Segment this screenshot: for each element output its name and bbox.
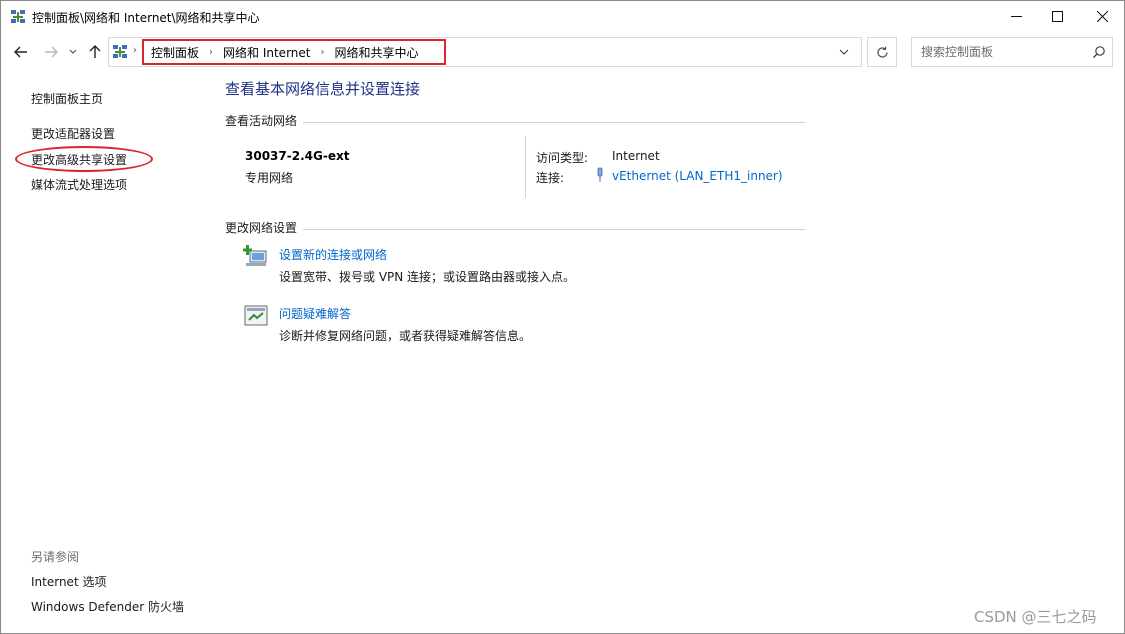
search-icon[interactable] xyxy=(1092,45,1106,59)
network-name: 30037-2.4G-ext xyxy=(245,149,350,163)
sidebar-item-media-streaming[interactable]: 媒体流式处理选项 xyxy=(31,176,127,193)
title-bar: 控制面板\网络和 Internet\网络和共享中心 xyxy=(1,1,1124,33)
minimize-button[interactable] xyxy=(993,1,1039,31)
chevron-down-icon xyxy=(69,49,77,54)
access-type-value: Internet xyxy=(612,149,660,163)
recent-locations-button[interactable] xyxy=(67,41,79,63)
address-bar[interactable]: › 控制面板 › 网络和 Internet › 网络和共享中心 xyxy=(108,37,862,67)
maximize-button[interactable] xyxy=(1034,1,1080,31)
breadcrumb-network-internet[interactable]: 网络和 Internet xyxy=(223,44,310,61)
close-button[interactable] xyxy=(1079,1,1125,31)
back-button[interactable] xyxy=(11,41,31,63)
see-also-heading: 另请参阅 xyxy=(31,550,80,564)
vertical-divider xyxy=(525,136,526,198)
breadcrumb-control-panel[interactable]: 控制面板 xyxy=(151,44,199,61)
network-center-icon xyxy=(113,45,127,58)
troubleshoot-desc: 诊断并修复网络问题，或者获得疑难解答信息。 xyxy=(279,329,532,343)
troubleshoot-icon xyxy=(244,305,268,326)
refresh-icon xyxy=(876,46,888,58)
chevron-right-icon[interactable]: › xyxy=(320,47,324,58)
sidebar-item-home[interactable]: 控制面板主页 xyxy=(31,90,103,107)
section-active-networks: 查看活动网络 xyxy=(225,114,298,128)
up-button[interactable] xyxy=(86,41,104,63)
see-also-internet-options[interactable]: Internet 选项 xyxy=(31,573,106,590)
chevron-down-icon[interactable] xyxy=(839,44,849,60)
see-also-defender-firewall[interactable]: Windows Defender 防火墙 xyxy=(31,598,184,615)
close-icon xyxy=(1096,10,1108,22)
window-title: 控制面板\网络和 Internet\网络和共享中心 xyxy=(32,11,260,25)
arrow-left-icon xyxy=(14,46,27,58)
section-change-settings: 更改网络设置 xyxy=(225,221,298,235)
connection-link[interactable]: vEthernet (LAN_ETH1_inner) xyxy=(612,169,783,183)
setup-connection-desc: 设置宽带、拨号或 VPN 连接；或设置路由器或接入点。 xyxy=(279,270,576,284)
chevron-right-icon[interactable]: › xyxy=(209,47,213,58)
sidebar-item-adapter-settings[interactable]: 更改适配器设置 xyxy=(31,125,115,142)
control-panel-window: 控制面板\网络和 Internet\网络和共享中心 › 控制面板 › 网络和 I… xyxy=(0,0,1125,634)
new-connection-icon xyxy=(243,245,267,266)
breadcrumb: 控制面板 › 网络和 Internet › 网络和共享中心 xyxy=(142,39,446,65)
chevron-right-icon: › xyxy=(133,45,137,56)
sidebar-item-advanced-sharing[interactable]: 更改高级共享设置 xyxy=(31,151,127,168)
network-category: 专用网络 xyxy=(245,171,294,185)
search-box[interactable] xyxy=(911,37,1113,67)
arrow-right-icon xyxy=(45,46,58,58)
minimize-icon xyxy=(1010,15,1022,17)
network-center-icon xyxy=(11,10,25,23)
connection-label: 连接: xyxy=(536,171,565,185)
ethernet-icon xyxy=(597,167,603,182)
forward-button[interactable] xyxy=(41,41,61,63)
troubleshoot-link[interactable]: 问题疑难解答 xyxy=(279,305,351,322)
search-input[interactable] xyxy=(913,39,1083,65)
access-type-label: 访问类型: xyxy=(536,151,589,165)
watermark: CSDN @三七之码 xyxy=(974,608,1097,626)
refresh-button[interactable] xyxy=(867,37,897,67)
arrow-up-icon xyxy=(89,45,101,58)
section-divider xyxy=(303,122,805,123)
maximize-icon xyxy=(1051,10,1063,22)
section-divider xyxy=(303,229,805,230)
breadcrumb-network-sharing-center[interactable]: 网络和共享中心 xyxy=(334,44,418,61)
setup-connection-link[interactable]: 设置新的连接或网络 xyxy=(279,246,387,263)
page-title: 查看基本网络信息并设置连接 xyxy=(225,80,421,98)
